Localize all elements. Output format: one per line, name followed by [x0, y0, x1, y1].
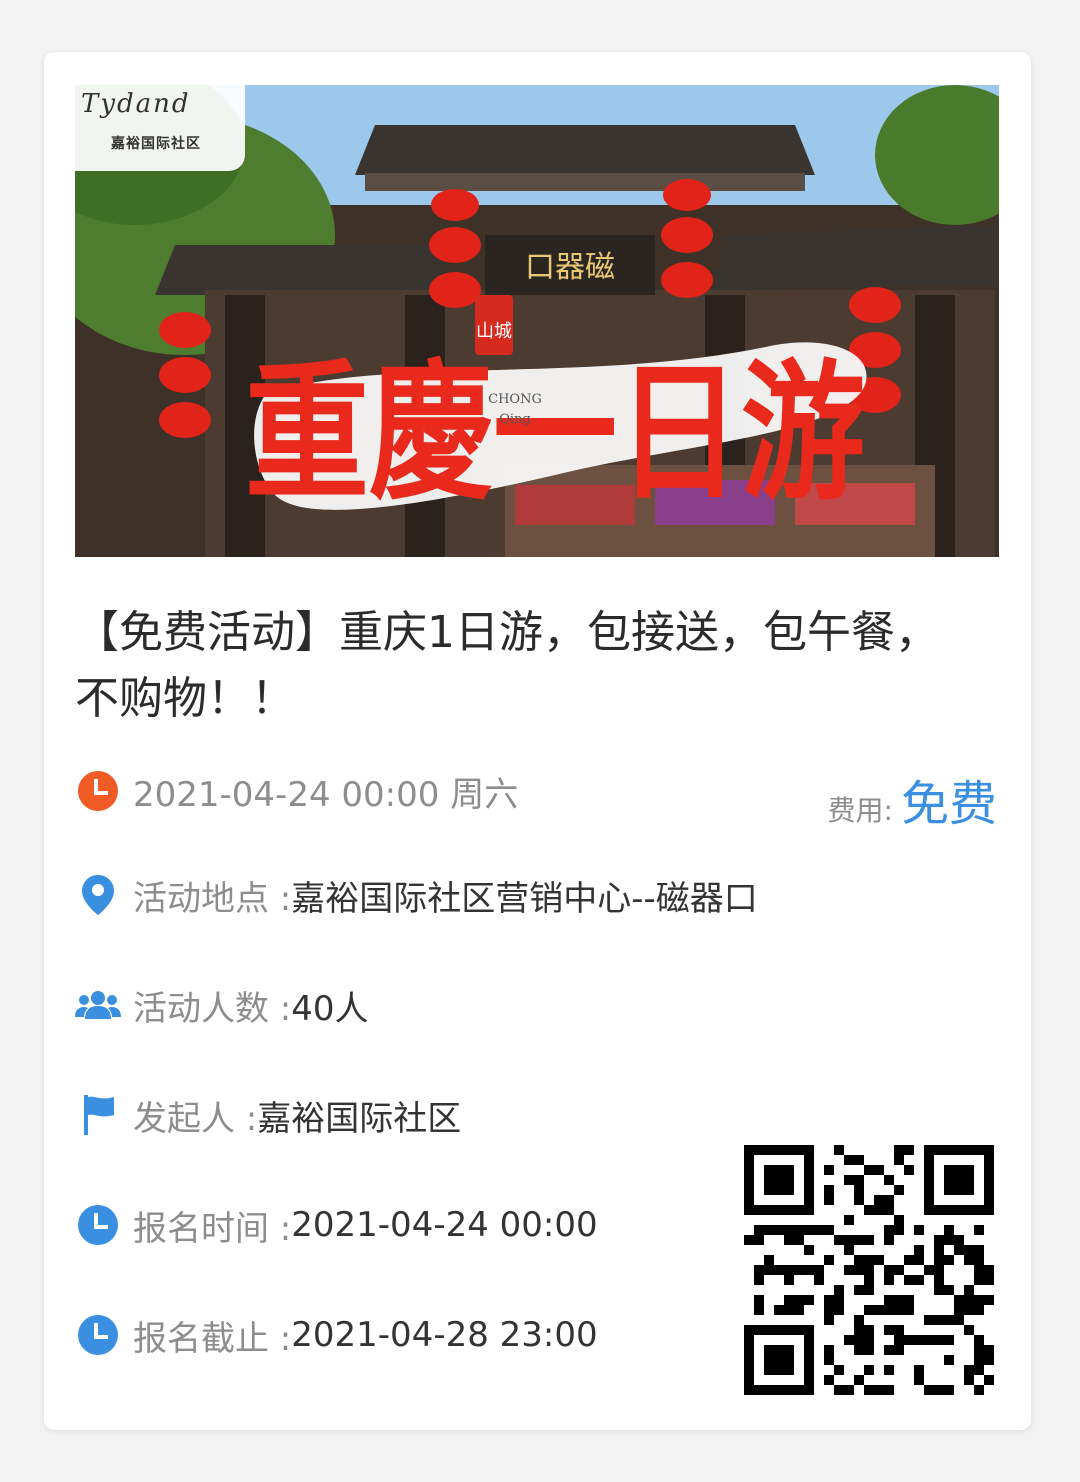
- clock-icon: [75, 1202, 121, 1248]
- event-datetime: 2021-04-24 00:00 周六: [133, 774, 519, 815]
- logo-script-text: Tydand: [81, 89, 191, 119]
- signup-time-value: 2021-04-24 00:00: [291, 1205, 598, 1245]
- event-datetime-row: 2021-04-24 00:00 周六: [75, 766, 518, 816]
- signup-time-row: 报名时间 : 2021-04-24 00:00: [75, 1200, 598, 1250]
- flag-icon: [75, 1092, 121, 1138]
- event-banner-image[interactable]: 口器磁 重慶一日游 山城 CHONG Qing Tydand 嘉裕国际社区: [75, 85, 999, 557]
- location-label: 活动地点 :: [133, 878, 292, 919]
- clock-icon: [75, 1312, 121, 1358]
- map-pin-icon: [75, 872, 121, 918]
- fee-block: 费用: 免费: [828, 764, 997, 834]
- clock-icon: [75, 768, 121, 814]
- people-value: 40人: [291, 988, 369, 1029]
- event-title: 【免费活动】重庆1日游，包接送，包午餐，不购物！！: [75, 607, 939, 724]
- location-row: 活动地点 : 嘉裕国际社区营销中心--磁器口: [75, 870, 758, 920]
- banner-pinyin-top: CHONG: [488, 392, 542, 407]
- location-value: 嘉裕国际社区营销中心--磁器口: [291, 878, 758, 919]
- signup-deadline-label: 报名截止 :: [133, 1318, 292, 1359]
- organizer-value: 嘉裕国际社区: [257, 1098, 462, 1139]
- banner-headline-small: 山城: [476, 321, 512, 342]
- qr-code-image: [744, 1145, 994, 1395]
- users-icon: [75, 982, 121, 1028]
- signup-deadline-value: 2021-04-28 23:00: [291, 1315, 598, 1355]
- fee-label: 费用:: [827, 794, 893, 827]
- event-card: 口器磁 重慶一日游 山城 CHONG Qing Tydand 嘉裕国际社区 【免…: [44, 52, 1031, 1430]
- banner-headline: 重慶一日游: [245, 345, 865, 521]
- banner-pinyin-bottom: Qing: [499, 412, 531, 427]
- qr-code[interactable]: [744, 1145, 994, 1395]
- gate-sign-text: 口器磁: [525, 250, 615, 285]
- organizer-row: 发起人 : 嘉裕国际社区: [75, 1090, 461, 1140]
- signup-time-label: 报名时间 :: [133, 1208, 292, 1249]
- brand-logo: Tydand 嘉裕国际社区: [75, 85, 245, 171]
- fee-value: 免费: [900, 776, 997, 832]
- logo-cn-text: 嘉裕国际社区: [111, 136, 201, 152]
- people-row: 活动人数 : 40人: [75, 980, 369, 1030]
- signup-deadline-row: 报名截止 : 2021-04-28 23:00: [75, 1310, 598, 1360]
- organizer-label: 发起人 :: [133, 1098, 258, 1139]
- people-label: 活动人数 :: [133, 988, 292, 1029]
